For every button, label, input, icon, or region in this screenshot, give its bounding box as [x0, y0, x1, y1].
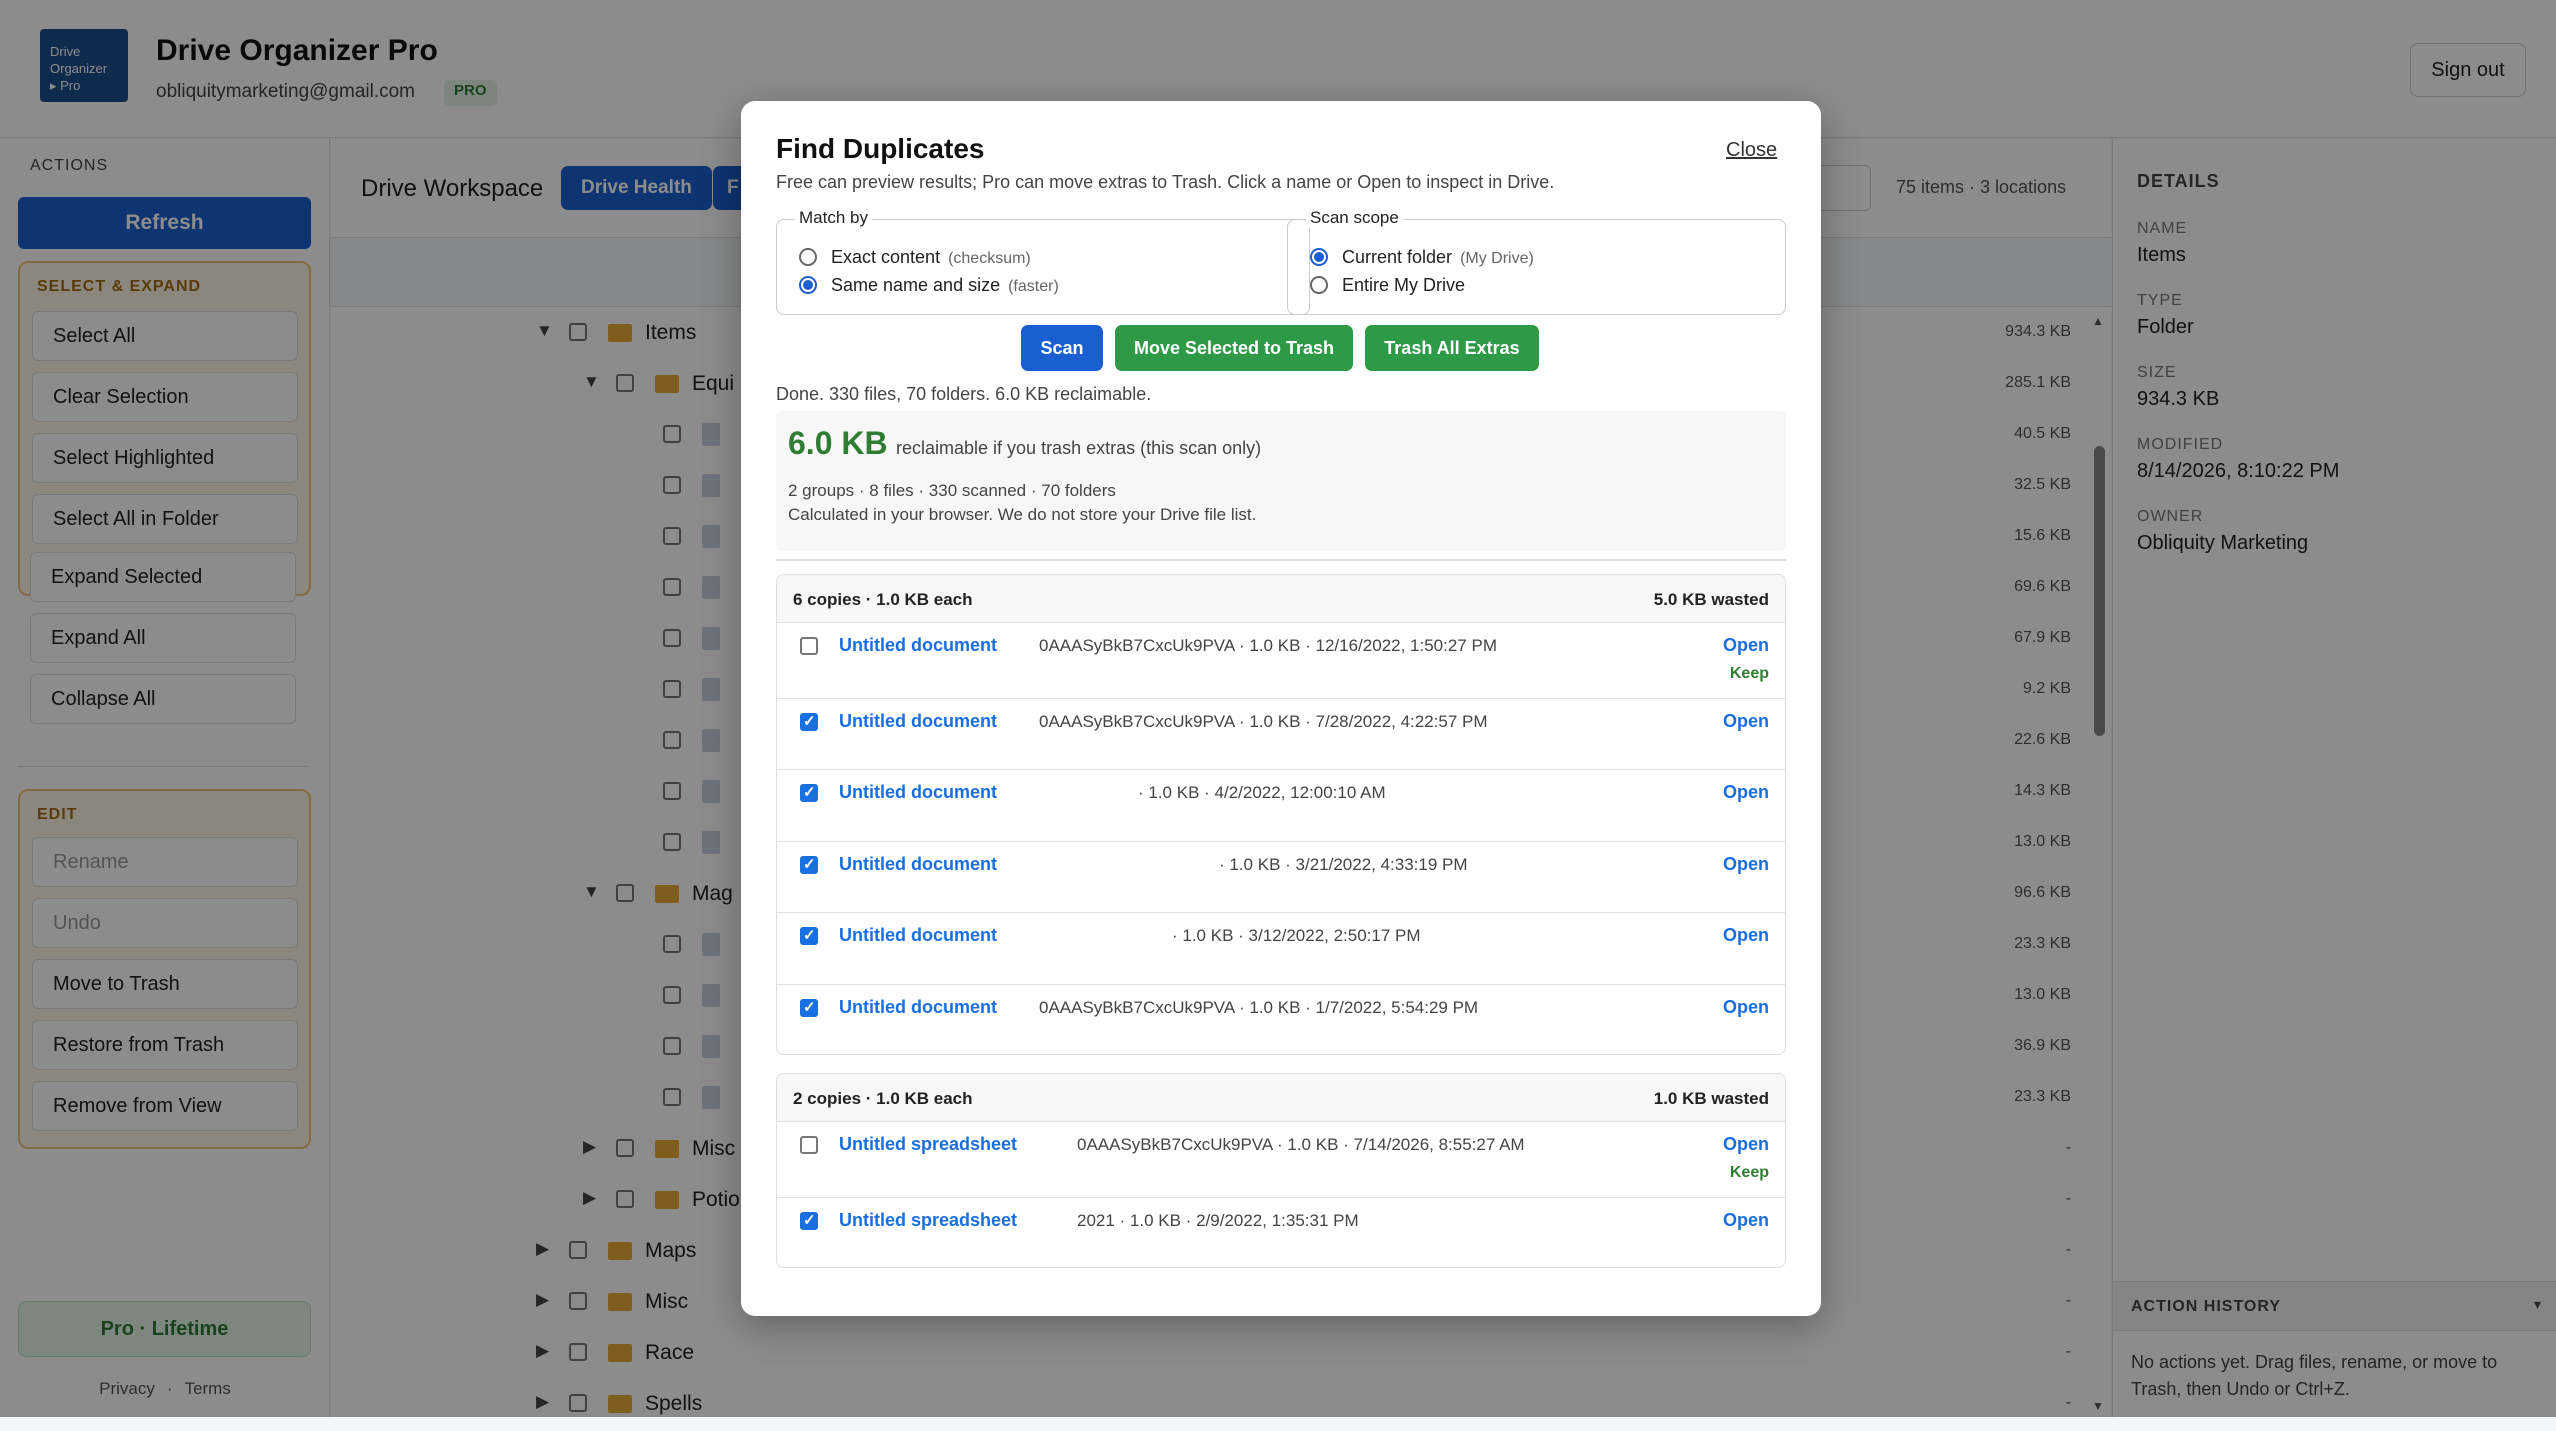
open-link[interactable]: Open [1723, 854, 1769, 875]
group-copies: 2 copies · 1.0 KB each [793, 1089, 973, 1108]
current-folder-option[interactable]: Current folder (My Drive) [1310, 247, 1534, 268]
trash-all-extras-button[interactable]: Trash All Extras [1365, 325, 1539, 371]
reclaimable-amount: 6.0 KB [788, 425, 888, 461]
same-name-size-hint: (faster) [1008, 278, 1059, 295]
group-wasted: 5.0 KB wasted [1653, 590, 1769, 609]
same-name-size-option[interactable]: Same name and size (faster) [799, 275, 1059, 296]
duplicate-checkbox[interactable] [800, 637, 818, 655]
duplicate-checkbox[interactable] [800, 855, 818, 874]
open-link[interactable]: Open [1723, 997, 1769, 1018]
current-folder-label: Current folder [1342, 247, 1453, 267]
move-selected-to-trash-button[interactable]: Move Selected to Trash [1115, 325, 1353, 371]
file-name-link[interactable]: Untitled document [839, 635, 997, 656]
duplicate-row: Untitled document 0AAASyBkB7CxcUk9PVA · 1… [777, 699, 1785, 770]
entire-drive-option[interactable]: Entire My Drive [1310, 275, 1465, 296]
exact-content-hint: (checksum) [948, 250, 1031, 267]
duplicate-row: Untitled document · 1.0 KB · 4/2/2022, 12… [777, 770, 1785, 842]
scan-status: Done. 330 files, 70 folders. 6.0 KB recl… [776, 384, 1152, 404]
radio-exact-content[interactable] [799, 248, 817, 266]
keep-badge: Keep [1729, 665, 1769, 682]
duplicate-row: Untitled spreadsheet 2021 · 1.0 KB · 2/9/… [777, 1198, 1785, 1267]
match-by-fieldset: Match by Exact content (checksum) Same na… [776, 208, 1310, 315]
duplicate-row: Untitled document · 1.0 KB · 3/21/2022, 4… [777, 842, 1785, 913]
modal-title: Find Duplicates [776, 133, 985, 164]
file-meta: · 1.0 KB · 4/2/2022, 12:00:10 AM [1138, 783, 1386, 802]
duplicate-checkbox[interactable] [800, 783, 818, 802]
scan-scope-legend: Scan scope [1306, 208, 1403, 228]
file-meta: 0AAASyBkB7CxcUk9PVA · 1.0 KB · 7/14/2026… [1077, 1135, 1525, 1154]
file-meta: · 1.0 KB · 3/21/2022, 4:33:19 PM [1219, 855, 1468, 874]
duplicate-row: Untitled document 0AAASyBkB7CxcUk9PVA · 1… [777, 623, 1785, 699]
scan-button[interactable]: Scan [1021, 325, 1103, 371]
file-meta: · 1.0 KB · 3/12/2022, 2:50:17 PM [1172, 926, 1421, 945]
scan-scope-fieldset: Scan scope Current folder (My Drive) Enti… [1287, 208, 1786, 315]
open-link[interactable]: Open [1723, 782, 1769, 803]
open-link[interactable]: Open [1723, 925, 1769, 946]
group-copies: 6 copies · 1.0 KB each [793, 590, 973, 609]
keep-badge: Keep [1729, 1164, 1769, 1181]
reclaimable-caption: reclaimable if you trash extras (this sc… [896, 438, 1262, 458]
file-name-link[interactable]: Untitled document [839, 925, 997, 946]
file-name-link[interactable]: Untitled document [839, 997, 997, 1018]
duplicate-checkbox[interactable] [800, 712, 818, 731]
duplicate-row: Untitled document · 1.0 KB · 3/12/2022, 2… [777, 913, 1785, 985]
file-meta: 0AAASyBkB7CxcUk9PVA · 1.0 KB · 7/28/2022… [1039, 712, 1488, 731]
duplicate-checkbox[interactable] [800, 998, 818, 1017]
reclaimable-summary: 6.0 KB reclaimable if you trash extras (… [776, 411, 1786, 551]
file-name-link[interactable]: Untitled spreadsheet [839, 1210, 1017, 1231]
modal-divider [776, 559, 1786, 561]
exact-content-label: Exact content [831, 247, 941, 267]
radio-entire-drive[interactable] [1310, 276, 1328, 294]
current-folder-hint: (My Drive) [1460, 250, 1534, 267]
file-name-link[interactable]: Untitled spreadsheet [839, 1134, 1017, 1155]
radio-current-folder[interactable] [1310, 248, 1328, 266]
file-meta: 0AAASyBkB7CxcUk9PVA · 1.0 KB · 12/16/202… [1039, 636, 1497, 655]
duplicate-checkbox[interactable] [800, 1211, 818, 1230]
group-wasted: 1.0 KB wasted [1653, 1089, 1769, 1108]
exact-content-option[interactable]: Exact content (checksum) [799, 247, 1031, 268]
file-name-link[interactable]: Untitled document [839, 782, 997, 803]
match-by-legend: Match by [795, 208, 872, 228]
file-name-link[interactable]: Untitled document [839, 854, 997, 875]
open-link[interactable]: Open [1723, 1134, 1769, 1155]
file-meta: 2021 · 1.0 KB · 2/9/2022, 1:35:31 PM [1077, 1211, 1359, 1230]
file-name-link[interactable]: Untitled document [839, 711, 997, 732]
open-link[interactable]: Open [1723, 711, 1769, 732]
entire-drive-label: Entire My Drive [1342, 275, 1466, 295]
duplicate-checkbox[interactable] [800, 1136, 818, 1154]
open-link[interactable]: Open [1723, 635, 1769, 656]
group-header: 2 copies · 1.0 KB each 1.0 KB wasted [777, 1074, 1785, 1122]
group-header: 6 copies · 1.0 KB each 5.0 KB wasted [777, 575, 1785, 623]
file-meta: 0AAASyBkB7CxcUk9PVA · 1.0 KB · 1/7/2022,… [1039, 998, 1479, 1017]
duplicate-group: 2 copies · 1.0 KB each 1.0 KB wasted Untit… [776, 1073, 1786, 1268]
duplicate-group: 6 copies · 1.0 KB each 5.0 KB wasted Untit… [776, 574, 1786, 1055]
open-link[interactable]: Open [1723, 1210, 1769, 1231]
radio-same-name-size[interactable] [799, 276, 817, 294]
modal-subtitle: Free can preview results; Pro can move e… [776, 172, 1555, 192]
duplicate-checkbox[interactable] [800, 926, 818, 945]
same-name-size-label: Same name and size [831, 275, 1001, 295]
duplicate-row: Untitled spreadsheet 0AAASyBkB7CxcUk9PVA … [777, 1122, 1785, 1198]
close-button[interactable]: Close [1726, 139, 1777, 162]
find-duplicates-modal: Find Duplicates Close Free can preview r… [741, 101, 1821, 1316]
duplicate-row: Untitled document 0AAASyBkB7CxcUk9PVA · 1… [777, 985, 1785, 1054]
privacy-note: Calculated in your browser. We do not st… [788, 505, 1257, 524]
scan-stats: 2 groups · 8 files · 330 scanned · 70 fo… [788, 481, 1116, 500]
